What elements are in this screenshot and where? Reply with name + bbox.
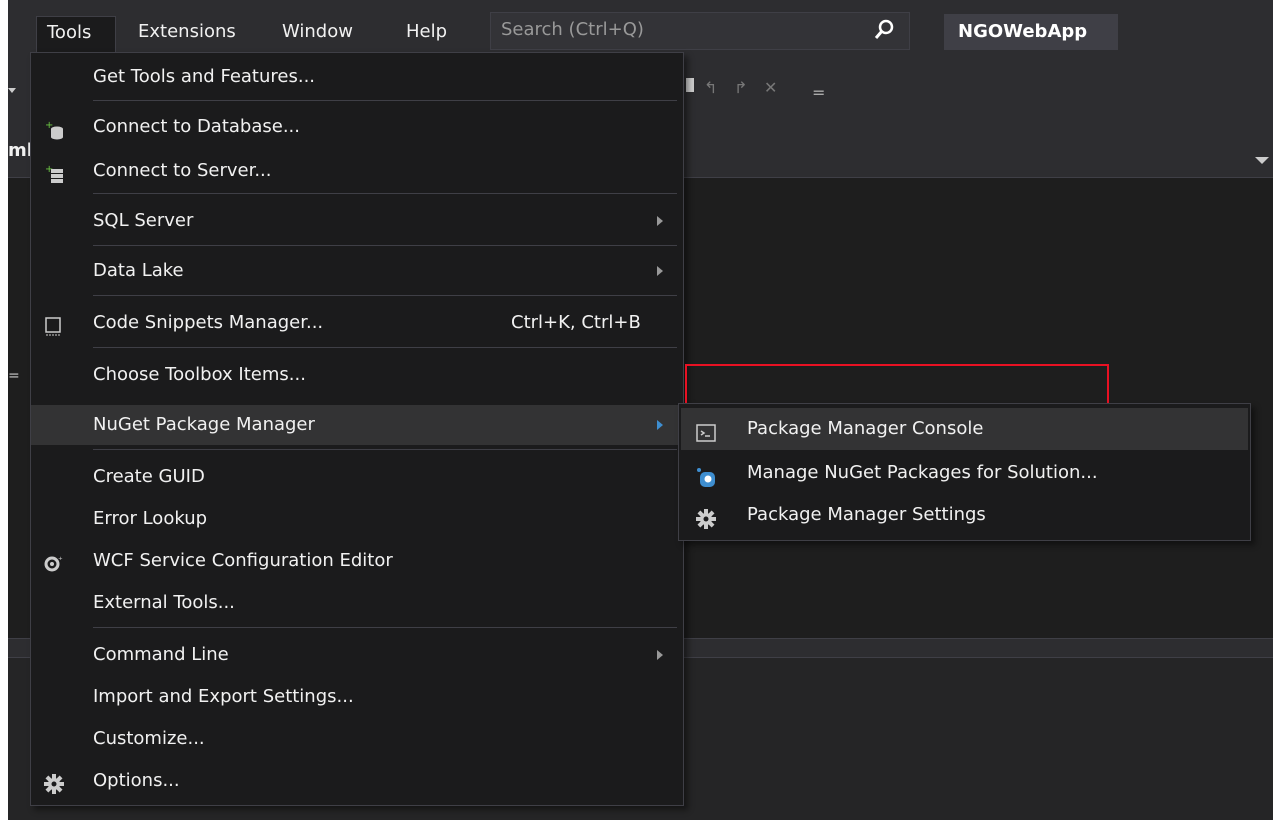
- menu-item-label: Data Lake: [93, 260, 184, 281]
- menu-window[interactable]: Window: [272, 16, 363, 52]
- menu-item-label: Get Tools and Features...: [93, 66, 316, 87]
- connect-database-icon: +: [43, 116, 65, 140]
- submenu-item-manage-nuget-packages[interactable]: Manage NuGet Packages for Solution...: [681, 452, 1248, 494]
- menu-separator: [93, 193, 677, 194]
- menu-item-connect-server[interactable]: + Connect to Server...: [31, 151, 683, 191]
- menu-item-connect-database[interactable]: + Connect to Database...: [31, 107, 683, 147]
- console-icon: [695, 418, 717, 442]
- menu-item-label: Customize...: [93, 728, 205, 749]
- menu-item-label: External Tools...: [93, 592, 235, 613]
- menu-item-label: Code Snippets Manager...: [93, 312, 324, 333]
- submenu-item-label: Manage NuGet Packages for Solution...: [747, 462, 1098, 483]
- window-left-edge: [0, 0, 8, 828]
- gear-icon: [43, 770, 65, 794]
- menu-item-label: Import and Export Settings...: [93, 686, 354, 707]
- menu-separator: [93, 627, 677, 628]
- menu-help[interactable]: Help: [396, 16, 457, 52]
- toolbar-dropdown-icon[interactable]: [8, 80, 16, 93]
- menu-item-wcf-editor[interactable]: ⁺ WCF Service Configuration Editor: [31, 541, 683, 581]
- search-icon[interactable]: [873, 19, 895, 45]
- editor-text-fragment: =: [8, 368, 20, 384]
- menu-tools[interactable]: Tools: [36, 16, 116, 52]
- menu-item-label: Choose Toolbox Items...: [93, 364, 306, 385]
- submenu-item-package-manager-console[interactable]: Package Manager Console: [681, 408, 1248, 450]
- submenu-arrow-icon: [657, 216, 663, 226]
- menu-item-label: Options...: [93, 770, 180, 791]
- menu-separator: [93, 100, 677, 101]
- menu-item-label: WCF Service Configuration Editor: [93, 550, 393, 571]
- nuget-icon: [695, 462, 717, 487]
- menu-item-choose-toolbox[interactable]: Choose Toolbox Items...: [31, 355, 683, 395]
- menu-item-label: Create GUID: [93, 466, 205, 487]
- menu-separator: [93, 295, 677, 296]
- menu-item-import-export[interactable]: Import and Export Settings...: [31, 677, 683, 717]
- menu-item-customize[interactable]: Customize...: [31, 719, 683, 759]
- svg-text:⁺: ⁺: [58, 556, 63, 566]
- menu-separator: [93, 449, 677, 450]
- tools-dropdown-menu: Get Tools and Features... + Connect to D…: [30, 52, 684, 806]
- submenu-item-label: Package Manager Settings: [747, 504, 986, 525]
- menu-item-create-guid[interactable]: Create GUID: [31, 457, 683, 497]
- menu-extensions[interactable]: Extensions: [128, 16, 246, 52]
- gear-icon: [695, 504, 717, 529]
- svg-text:↰: ↰: [704, 78, 717, 97]
- svg-text:✕: ✕: [764, 78, 777, 97]
- menu-item-nuget-package-manager[interactable]: NuGet Package Manager: [31, 405, 683, 445]
- bookmark-toolbar-icons[interactable]: ↰ ↱ ✕ =: [682, 74, 862, 108]
- menu-item-label: Command Line: [93, 644, 229, 665]
- menu-item-label: NuGet Package Manager: [93, 414, 315, 435]
- svg-text:=: =: [812, 83, 825, 102]
- menu-separator: [93, 347, 677, 348]
- submenu-arrow-icon: [657, 420, 663, 430]
- menu-item-label: SQL Server: [93, 210, 194, 231]
- tab-overflow-dropdown-icon[interactable]: [1255, 150, 1269, 169]
- submenu-arrow-icon: [657, 650, 663, 660]
- menu-item-shortcut: Ctrl+K, Ctrl+B: [511, 312, 641, 333]
- submenu-item-label: Package Manager Console: [747, 418, 984, 439]
- menu-item-error-lookup[interactable]: Error Lookup: [31, 499, 683, 539]
- menu-bar: Tools Extensions Window Help Search (Ctr…: [8, 0, 1273, 60]
- submenu-arrow-icon: [657, 266, 663, 276]
- menu-item-label: Error Lookup: [93, 508, 208, 529]
- menu-item-command-line[interactable]: Command Line: [31, 635, 683, 675]
- menu-item-code-snippets[interactable]: Code Snippets Manager... Ctrl+K, Ctrl+B: [31, 303, 683, 343]
- menu-item-options[interactable]: Options...: [31, 761, 683, 801]
- nuget-submenu: Package Manager Console Manage NuGet Pac…: [678, 403, 1251, 541]
- menu-item-label: Connect to Server...: [93, 160, 272, 181]
- window-bottom-edge: [0, 820, 1273, 828]
- search-placeholder: Search (Ctrl+Q): [501, 19, 644, 40]
- svg-text:↱: ↱: [734, 78, 747, 97]
- menu-separator: [93, 245, 677, 246]
- submenu-item-package-manager-settings[interactable]: Package Manager Settings: [681, 494, 1248, 536]
- solution-name-badge: NGOWebApp: [944, 14, 1118, 50]
- menu-item-sql-server[interactable]: SQL Server: [31, 201, 683, 241]
- connect-server-icon: +: [43, 160, 65, 183]
- menu-item-data-lake[interactable]: Data Lake: [31, 251, 683, 291]
- menu-item-label: Connect to Database...: [93, 116, 300, 137]
- menu-item-get-tools[interactable]: Get Tools and Features...: [31, 57, 683, 97]
- code-snippets-icon: [43, 312, 65, 336]
- wcf-config-icon: ⁺: [43, 550, 65, 572]
- search-input[interactable]: Search (Ctrl+Q): [490, 12, 910, 50]
- menu-item-external-tools[interactable]: External Tools...: [31, 583, 683, 623]
